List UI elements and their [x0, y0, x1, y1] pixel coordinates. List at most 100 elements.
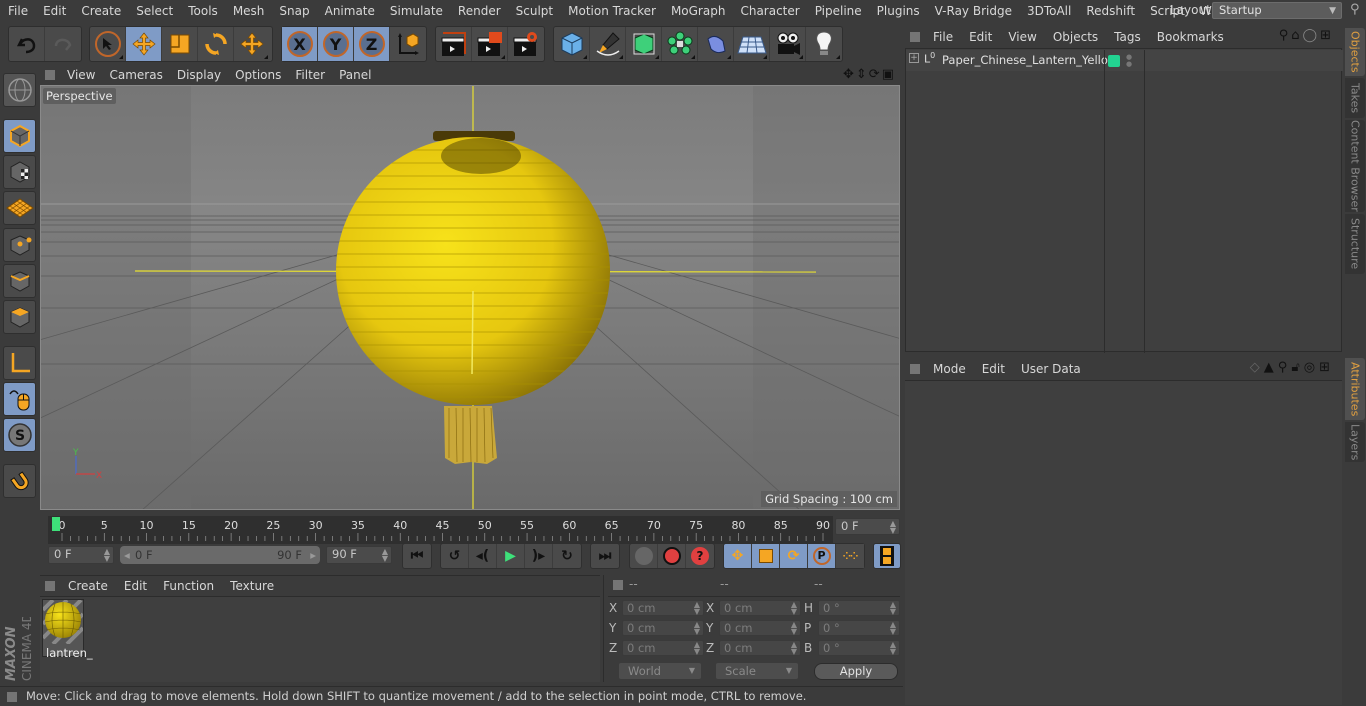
texture-mode-button[interactable]	[3, 155, 36, 189]
menu-create[interactable]: Create	[73, 4, 128, 18]
objects-menu-tags[interactable]: Tags	[1106, 30, 1149, 44]
play-button[interactable]: ▶	[497, 544, 525, 568]
end-frame-field[interactable]: 90 F ▲ ▼	[326, 546, 392, 564]
menu-simulate[interactable]: Simulate	[382, 4, 450, 18]
timeline-ruler[interactable]: 0 5 10 15 20 25 30 35 40 45 50 55 60 65 70 75 80 85 90	[48, 516, 833, 544]
tab-takes[interactable]: Takes	[1345, 78, 1365, 118]
menu-character[interactable]: Character	[732, 4, 806, 18]
light-button[interactable]	[806, 27, 842, 61]
menu-mograph[interactable]: MoGraph	[663, 4, 733, 18]
position-z-field[interactable]: 0 cm ▲ ▼	[622, 640, 704, 656]
menu-sculpt[interactable]: Sculpt	[508, 4, 560, 18]
search-icon[interactable]: ⚲	[1278, 360, 1292, 375]
menu-plugins[interactable]: Plugins	[869, 4, 927, 18]
subdivision-surface-button[interactable]	[626, 27, 662, 61]
polygons-mode-button[interactable]	[3, 300, 36, 334]
range-right-arrow-icon[interactable]: ▸	[310, 546, 316, 564]
apply-button[interactable]: Apply	[814, 663, 898, 680]
rotate-tool-button[interactable]	[198, 27, 234, 61]
playhead[interactable]	[52, 517, 60, 531]
panel-grip-icon[interactable]	[45, 580, 55, 591]
render-view-button[interactable]	[436, 27, 472, 61]
material-menu-create[interactable]: Create	[60, 579, 116, 593]
menu-select[interactable]: Select	[128, 4, 180, 18]
key-position-button[interactable]: ✥	[724, 544, 752, 568]
camera-label[interactable]: Perspective	[43, 88, 116, 104]
cube-button[interactable]	[554, 27, 590, 61]
rotation-h-field[interactable]: 0 ° ▲ ▼	[818, 600, 900, 616]
x-axis-lock-button[interactable]: X	[282, 27, 318, 61]
objects-menu-edit[interactable]: Edit	[961, 30, 1000, 44]
attributes-menu-mode[interactable]: Mode	[925, 362, 974, 376]
rotate-view-icon[interactable]: ⟳	[869, 67, 882, 82]
new-window-icon[interactable]: ⊞	[1320, 28, 1334, 43]
magnet-button[interactable]	[3, 464, 36, 498]
objects-menu-view[interactable]: View	[1000, 30, 1044, 44]
go-to-end-button[interactable]: ⏭	[591, 544, 619, 568]
move-tool-button[interactable]	[126, 27, 162, 61]
search-icon[interactable]: ⚲	[1350, 2, 1360, 17]
workplane-mode-button[interactable]	[3, 191, 36, 225]
menu-mesh[interactable]: Mesh	[225, 4, 272, 18]
tab-objects[interactable]: Objects	[1345, 28, 1365, 76]
menu-tools[interactable]: Tools	[180, 4, 225, 18]
y-axis-lock-button[interactable]: Y	[318, 27, 354, 61]
layer-color-swatch[interactable]	[1108, 55, 1120, 67]
position-y-field[interactable]: 0 cm ▲ ▼	[622, 620, 704, 636]
floor-button[interactable]	[734, 27, 770, 61]
expand-icon[interactable]: +	[909, 53, 919, 63]
key-parameter-button[interactable]: P	[808, 544, 836, 568]
panel-grip-icon[interactable]	[910, 31, 920, 42]
preview-range-slider[interactable]: ◂ 0 F 90 F ▸	[120, 546, 320, 564]
lock-icon[interactable]: 🔓︎	[1291, 360, 1303, 375]
tab-structure[interactable]: Structure	[1345, 214, 1365, 274]
search-icon[interactable]: ⚲	[1279, 28, 1292, 43]
key-scale-button[interactable]	[752, 544, 780, 568]
timeline-window-button[interactable]	[874, 544, 900, 568]
camera-button[interactable]	[770, 27, 806, 61]
autokey-button[interactable]	[658, 544, 686, 568]
material-menu-texture[interactable]: Texture	[222, 579, 282, 593]
render-settings-button[interactable]	[508, 27, 544, 61]
menu-edit[interactable]: Edit	[35, 4, 73, 18]
up-arrow-icon[interactable]: ▲	[1264, 360, 1278, 375]
edges-mode-button[interactable]	[3, 264, 36, 298]
range-left-arrow-icon[interactable]: ◂	[124, 546, 130, 564]
panel-grip-icon[interactable]	[910, 363, 920, 374]
back-forward-icon[interactable]: ◇	[1250, 360, 1264, 375]
z-axis-lock-button[interactable]: Z	[354, 27, 390, 61]
home-icon[interactable]: ⌂	[1291, 28, 1302, 43]
key-pla-button[interactable]: ⁘⁘	[836, 544, 864, 568]
tweak-mode-button[interactable]	[3, 382, 36, 416]
material-menu-edit[interactable]: Edit	[116, 579, 155, 593]
spinner-icon[interactable]: ▲ ▼	[104, 548, 110, 563]
pen-spline-button[interactable]	[590, 27, 626, 61]
size-z-field[interactable]: 0 cm ▲ ▼	[719, 640, 801, 656]
objects-menu-objects[interactable]: Objects	[1045, 30, 1106, 44]
material-menu-function[interactable]: Function	[155, 579, 222, 593]
record-key-button[interactable]	[630, 544, 658, 568]
snap-toggle-button[interactable]: S	[3, 418, 36, 452]
next-frame-button[interactable]: )▸	[525, 544, 553, 568]
size-y-field[interactable]: 0 cm ▲ ▼	[719, 620, 801, 636]
size-x-field[interactable]: 0 cm ▲ ▼	[719, 600, 801, 616]
rotation-b-field[interactable]: 0 ° ▲ ▼	[818, 640, 900, 656]
panel-grip-icon[interactable]	[45, 70, 55, 80]
current-frame-field[interactable]: 0 F ▲ ▼	[835, 518, 900, 535]
objects-menu-file[interactable]: File	[925, 30, 961, 44]
render-picture-viewer-button[interactable]	[472, 27, 508, 61]
start-frame-field[interactable]: 0 F ▲ ▼	[48, 546, 114, 564]
go-to-start-button[interactable]: ⏮	[403, 544, 431, 568]
tab-content-browser[interactable]: Content Browser	[1345, 120, 1365, 212]
keyframe-selection-button[interactable]: ?	[686, 544, 714, 568]
viewport-menu-options[interactable]: Options	[228, 68, 288, 82]
previous-key-button[interactable]: ↺	[441, 544, 469, 568]
panel-grip-icon[interactable]	[613, 580, 623, 590]
tab-layers[interactable]: Layers	[1345, 422, 1365, 462]
zoom-view-icon[interactable]: ⇕	[856, 67, 869, 82]
pan-view-icon[interactable]: ✥	[843, 67, 856, 82]
tab-attributes[interactable]: Attributes	[1345, 358, 1365, 420]
model-mode-button[interactable]	[3, 119, 36, 153]
perspective-viewport[interactable]: Perspective Grid Spacing : 100 cm Y X	[40, 85, 900, 510]
coordinate-space-select[interactable]: World ▼	[619, 663, 701, 679]
